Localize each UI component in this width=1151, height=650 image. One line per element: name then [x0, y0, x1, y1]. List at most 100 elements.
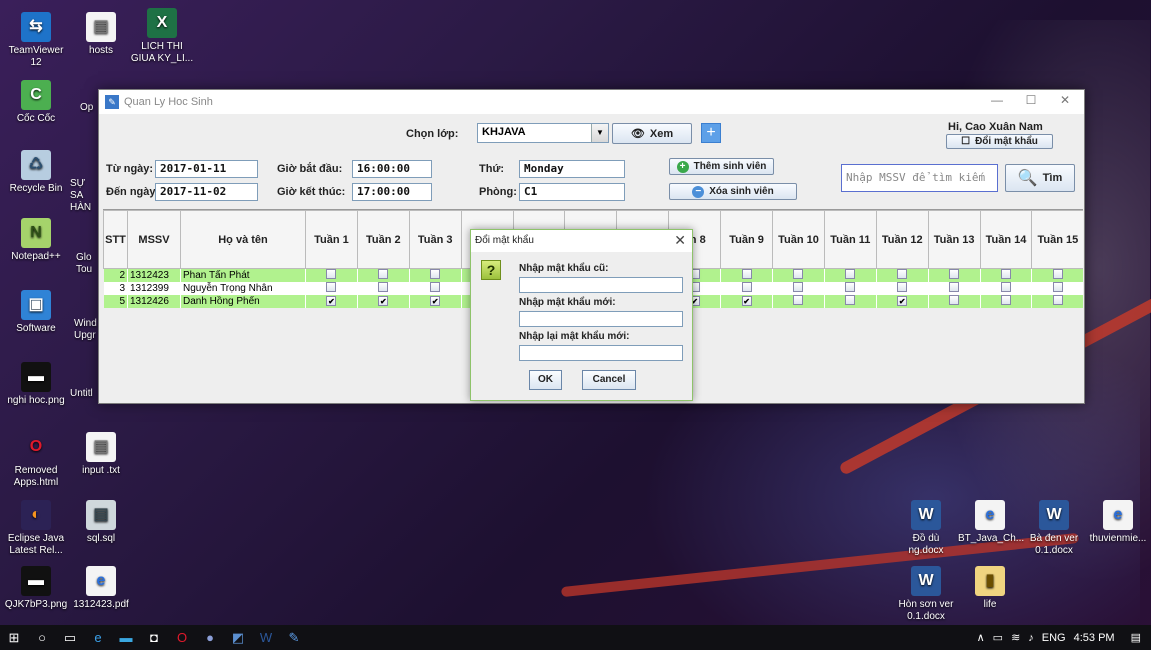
checkbox-unchecked[interactable] [378, 269, 389, 279]
eclipse-icon[interactable]: ● [196, 625, 224, 650]
xem-button[interactable]: 👁 Xem [612, 123, 692, 144]
maximize-button[interactable]: ☐ [1014, 93, 1048, 111]
desktop-icon[interactable]: e BT_Java_Ch... [958, 500, 1024, 545]
column-header[interactable]: Tuần 13 [927, 210, 981, 269]
wifi-icon[interactable]: ≋ [1011, 631, 1020, 644]
change-password-button[interactable]: ☐ Đổi mật khẩu [946, 134, 1053, 149]
desktop-icon[interactable]: e thuvienmie... [1086, 500, 1150, 545]
java-app-icon[interactable]: ✎ [280, 625, 308, 650]
ok-button[interactable]: OK [529, 370, 562, 390]
checkbox-unchecked[interactable] [326, 269, 337, 279]
checkbox-unchecked[interactable] [1052, 269, 1063, 279]
desktop-icon[interactable]: ▮ life [958, 566, 1022, 611]
checkbox-checked[interactable]: ✔ [326, 296, 337, 306]
checkbox-unchecked[interactable] [326, 282, 337, 292]
desktop-icon[interactable]: ▬ QJK7bP3.png [4, 566, 68, 611]
column-header[interactable]: Tuần 12 [875, 210, 929, 269]
desktop-icon[interactable]: N Notepad++ [4, 218, 68, 263]
desktop-icon[interactable]: ⇆ TeamViewer 12 [4, 12, 68, 69]
checkbox-unchecked[interactable] [1052, 295, 1063, 305]
desktop-icon[interactable]: ▤ hosts [69, 12, 133, 57]
desktop-icon[interactable]: ▤ sql.sql [69, 500, 133, 545]
column-header[interactable]: Tuần 9 [720, 210, 774, 269]
column-header[interactable]: MSSV [127, 210, 181, 269]
checkbox-unchecked[interactable] [1001, 282, 1012, 292]
gio-ket-thuc-field[interactable]: 17:00:00 [352, 183, 432, 201]
checkbox-unchecked[interactable] [793, 295, 804, 305]
add-class-button[interactable]: + [701, 123, 721, 143]
class-select[interactable]: KHJAVA ▼ [477, 123, 609, 143]
checkbox-unchecked[interactable] [897, 282, 908, 292]
desktop-icon[interactable]: X LICH THI GIUA KY_LI... [130, 8, 194, 65]
checkbox-unchecked[interactable] [1001, 269, 1012, 279]
checkbox-unchecked[interactable] [845, 295, 856, 305]
column-header[interactable]: Họ và tên [180, 210, 306, 269]
checkbox-unchecked[interactable] [949, 295, 960, 305]
xoa-sinh-vien-button[interactable]: − Xóa sinh viên [669, 183, 797, 200]
checkbox-unchecked[interactable] [378, 282, 389, 292]
store-icon[interactable]: ◘ [140, 625, 168, 650]
desktop-icon-label[interactable]: SỰ SA HÀN [70, 178, 98, 214]
volume-icon[interactable]: ♪ [1028, 632, 1034, 644]
checkbox-unchecked[interactable] [949, 269, 960, 279]
clock[interactable]: 4:53 PM [1074, 632, 1115, 644]
edge-icon[interactable]: e [84, 625, 112, 650]
thu-field[interactable]: Monday [519, 160, 625, 178]
tu-ngay-field[interactable]: 2017-01-11 [155, 160, 258, 178]
column-header[interactable]: Tuần 2 [356, 210, 410, 269]
windows-start-icon[interactable]: ⊞ [0, 625, 28, 650]
phong-field[interactable]: C1 [519, 183, 625, 201]
checkbox-unchecked[interactable] [1001, 295, 1012, 305]
desktop-icon[interactable]: W Bà đen ver 0.1.docx [1022, 500, 1086, 557]
desktop-icon[interactable]: ▣ Software [4, 290, 68, 335]
checkbox-unchecked[interactable] [1052, 282, 1063, 292]
new-password-field[interactable] [519, 311, 683, 327]
den-ngay-field[interactable]: 2017-11-02 [155, 183, 258, 201]
minimize-button[interactable]: — [980, 93, 1014, 111]
checkbox-unchecked[interactable] [949, 282, 960, 292]
cortana-search-icon[interactable]: ○ [28, 625, 56, 650]
file-explorer-icon[interactable]: ▬ [112, 625, 140, 650]
checkbox-unchecked[interactable] [430, 282, 441, 292]
desktop-icon[interactable]: e 1312423.pdf [69, 566, 133, 611]
close-button[interactable]: ✕ [1048, 93, 1082, 111]
desktop-icon[interactable]: O Removed Apps.html [4, 432, 68, 489]
them-sinh-vien-button[interactable]: + Thêm sinh viên [669, 158, 774, 175]
checkbox-unchecked[interactable] [741, 269, 752, 279]
checkbox-unchecked[interactable] [741, 282, 752, 292]
language-indicator[interactable]: ENG [1042, 632, 1066, 644]
desktop-icon[interactable]: W Hòn sơn ver 0.1.docx [894, 566, 958, 623]
notification-icon[interactable]: ▤ [1131, 631, 1141, 644]
checkbox-unchecked[interactable] [430, 269, 441, 279]
opera-icon[interactable]: O [168, 625, 196, 650]
gio-bat-dau-field[interactable]: 16:00:00 [352, 160, 432, 178]
checkbox-unchecked[interactable] [793, 282, 804, 292]
desktop-icon[interactable]: ♺ Recycle Bin [4, 150, 68, 195]
checkbox-checked[interactable]: ✔ [897, 296, 908, 306]
app-icon[interactable]: ◩ [224, 625, 252, 650]
checkbox-checked[interactable]: ✔ [378, 296, 389, 306]
word-icon[interactable]: W [252, 625, 280, 650]
column-header[interactable]: Tuần 11 [823, 210, 877, 269]
chevron-up-icon[interactable]: ∧ [977, 631, 985, 644]
column-header[interactable]: Tuần 3 [408, 210, 462, 269]
desktop-icon[interactable]: ▤ input .txt [69, 432, 133, 477]
desktop-icon-label[interactable]: Untitl [70, 388, 98, 400]
desktop-icon[interactable]: ▬ nghi hoc.png [4, 362, 68, 407]
column-header[interactable]: STT [103, 210, 128, 269]
desktop-icon[interactable]: W Đồ dù ng.docx [894, 500, 958, 557]
checkbox-checked[interactable]: ✔ [430, 296, 441, 306]
checkbox-unchecked[interactable] [793, 269, 804, 279]
cancel-button[interactable]: Cancel [582, 370, 636, 390]
column-header[interactable]: Tuần 14 [979, 210, 1033, 269]
column-header[interactable]: Tuần 10 [772, 210, 825, 269]
confirm-password-field[interactable] [519, 345, 683, 361]
column-header[interactable]: Tuần 1 [305, 210, 358, 269]
search-button[interactable]: 🔍 Tìm [1005, 164, 1075, 192]
checkbox-unchecked[interactable] [897, 269, 908, 279]
checkbox-checked[interactable]: ✔ [741, 296, 752, 306]
checkbox-unchecked[interactable] [845, 282, 856, 292]
desktop-icon[interactable]: C Cốc Cốc [4, 80, 68, 125]
battery-icon[interactable]: ▭ [993, 631, 1003, 644]
search-input[interactable]: Nhập MSSV để tìm kiếm [841, 164, 998, 192]
